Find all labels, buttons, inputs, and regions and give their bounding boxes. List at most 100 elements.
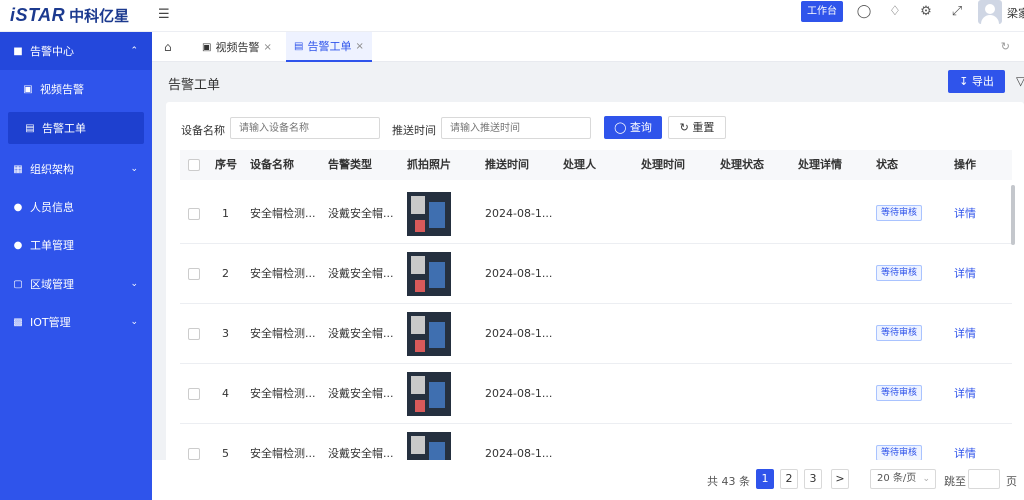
- chevron-down-icon: ⌄: [130, 164, 138, 174]
- logo: iSTAR 中科亿星: [10, 5, 129, 25]
- sidebar-item-area-mgmt[interactable]: ▢ 区域管理 ⌄: [0, 265, 152, 303]
- cell-device: 安全帽检测...: [250, 327, 316, 340]
- tab-label: 告警工单: [307, 40, 352, 53]
- status-badge: 等待审核: [876, 325, 923, 341]
- column-header: 处理状态: [720, 158, 764, 171]
- detail-link[interactable]: 详情: [954, 364, 976, 424]
- logo-text: iSTAR: [10, 4, 66, 25]
- table-row: 4 安全帽检测... 没戴安全帽... 2024-08-1... 等待审核 详情: [180, 364, 1012, 424]
- cell-index: 4: [222, 387, 229, 400]
- device-name-input[interactable]: [230, 117, 380, 139]
- workbench-button[interactable]: 工作台: [801, 1, 843, 22]
- row-checkbox[interactable]: [188, 328, 200, 340]
- reset-icon: ↻: [679, 121, 689, 134]
- chevron-up-icon: ⌃: [130, 46, 138, 56]
- reset-label: 重置: [692, 121, 715, 134]
- sidebar-item-label: 人员信息: [30, 201, 74, 214]
- logo-cn-text: 中科亿星: [69, 6, 130, 25]
- cell-alarm-type: 没戴安全帽...: [328, 207, 394, 220]
- row-checkbox[interactable]: [188, 448, 200, 460]
- query-label: 查询: [629, 121, 652, 134]
- sidebar-item-label: 工单管理: [30, 239, 74, 252]
- detail-link[interactable]: 详情: [954, 244, 976, 304]
- query-button[interactable]: ◯ 查询: [604, 116, 662, 139]
- table-row: 3 安全帽检测... 没戴安全帽... 2024-08-1... 等待审核 详情: [180, 304, 1012, 364]
- table-row: 2 安全帽检测... 没戴安全帽... 2024-08-1... 等待审核 详情: [180, 244, 1012, 304]
- close-icon[interactable]: ×: [355, 41, 363, 52]
- table-header: 序号 设备名称 告警类型 抓拍照片 推送时间 处理人 处理时间 处理状态 处理详…: [180, 150, 1012, 180]
- snapshot-image[interactable]: [407, 312, 451, 356]
- close-icon[interactable]: ×: [263, 42, 271, 53]
- sidebar-item-video-alarm[interactable]: ▣ 视频告警: [0, 70, 152, 108]
- gear-icon[interactable]: ⚙: [918, 4, 934, 20]
- sidebar-item-alarm-ticket[interactable]: ▤ 告警工单: [8, 112, 144, 144]
- column-header: 操作: [954, 158, 976, 171]
- detail-link[interactable]: 详情: [954, 304, 976, 364]
- snapshot-image[interactable]: [407, 252, 451, 296]
- reset-button[interactable]: ↻ 重置: [668, 116, 726, 139]
- refresh-icon[interactable]: ↻: [1001, 40, 1010, 53]
- home-icon[interactable]: ⌂: [164, 40, 172, 54]
- page-button[interactable]: 2: [780, 469, 798, 489]
- tab-label: 视频告警: [215, 41, 260, 54]
- export-button[interactable]: ↧ 导出: [948, 70, 1005, 93]
- snapshot-image[interactable]: [407, 192, 451, 236]
- column-header: 设备名称: [250, 158, 294, 171]
- jump-page-input[interactable]: [968, 469, 1000, 489]
- sidebar-item-iot-mgmt[interactable]: ▩ IOT管理 ⌄: [0, 303, 152, 341]
- column-header: 处理人: [563, 158, 596, 171]
- cell-alarm-type: 没戴安全帽...: [328, 267, 394, 280]
- tab-alarm-ticket[interactable]: ▤ 告警工单 ×: [286, 32, 372, 62]
- push-time-label: 推送时间: [392, 124, 436, 137]
- search-icon[interactable]: ◯: [856, 4, 872, 20]
- sidebar-item-org[interactable]: ▦ 组织架构 ⌄: [0, 150, 152, 188]
- sidebar-item-personnel[interactable]: ● 人员信息: [0, 188, 152, 226]
- fullscreen-icon[interactable]: ⤢: [949, 4, 965, 20]
- table-scrollbar[interactable]: [1011, 185, 1015, 245]
- page-title: 告警工单: [168, 78, 221, 93]
- page-button[interactable]: 3: [804, 469, 822, 489]
- status-badge: 等待审核: [876, 385, 923, 401]
- username[interactable]: 梁家: [1007, 5, 1024, 21]
- chevron-down-icon: ⌄: [130, 317, 138, 327]
- cell-push-time: 2024-08-1...: [485, 387, 553, 400]
- status-badge: 等待审核: [876, 265, 923, 281]
- column-header: 序号: [215, 158, 237, 171]
- select-all-checkbox[interactable]: [188, 159, 200, 171]
- row-checkbox[interactable]: [188, 268, 200, 280]
- column-header: 告警类型: [328, 158, 372, 171]
- sidebar-item-ticket-mgmt[interactable]: ● 工单管理: [0, 226, 152, 264]
- avatar[interactable]: [978, 0, 1002, 24]
- row-checkbox[interactable]: [188, 208, 200, 220]
- bell-icon[interactable]: ♢: [887, 4, 903, 20]
- map-icon: ▢: [13, 278, 23, 290]
- main-content: 告警工单 ↧ 导出 ▽ 设备名称 推送时间 ◯ 查询 ↻ 重置 序号 设备名称 …: [152, 62, 1024, 500]
- page-button[interactable]: 1: [756, 469, 774, 489]
- top-bar: iSTAR 中科亿星 ☰ 工作台 ◯ ♢ ⚙ ⤢ 梁家: [0, 0, 1024, 32]
- video-icon: ▣: [202, 41, 212, 53]
- iot-icon: ▩: [13, 316, 23, 328]
- page-size-select[interactable]: 20 条/页 ⌄: [870, 469, 936, 489]
- export-label: 导出: [971, 75, 994, 88]
- column-header: 推送时间: [485, 158, 529, 171]
- row-checkbox[interactable]: [188, 388, 200, 400]
- next-page-button[interactable]: >: [831, 469, 849, 489]
- device-name-label: 设备名称: [181, 124, 225, 137]
- snapshot-image[interactable]: [407, 372, 451, 416]
- cell-device: 安全帽检测...: [250, 267, 316, 280]
- push-time-input[interactable]: [441, 117, 591, 139]
- tab-video-alarm[interactable]: ▣ 视频告警 ×: [194, 32, 280, 62]
- video-icon: ▣: [23, 83, 33, 95]
- cell-alarm-type: 没戴安全帽...: [328, 387, 394, 400]
- cell-index: 2: [222, 267, 229, 280]
- detail-link[interactable]: 详情: [954, 184, 976, 244]
- document-icon: ▤: [25, 122, 35, 134]
- page-suffix: 页: [1006, 475, 1017, 488]
- menu-fold-icon[interactable]: ☰: [158, 8, 172, 22]
- sidebar-item-label: IOT管理: [30, 316, 71, 329]
- filter-icon[interactable]: ▽: [1016, 74, 1024, 88]
- cell-device: 安全帽检测...: [250, 387, 316, 400]
- user-icon: ●: [13, 201, 23, 213]
- sidebar-item-alarm-center[interactable]: ■ 告警中心 ⌃: [0, 32, 152, 70]
- sidebar-item-label: 区域管理: [30, 278, 74, 291]
